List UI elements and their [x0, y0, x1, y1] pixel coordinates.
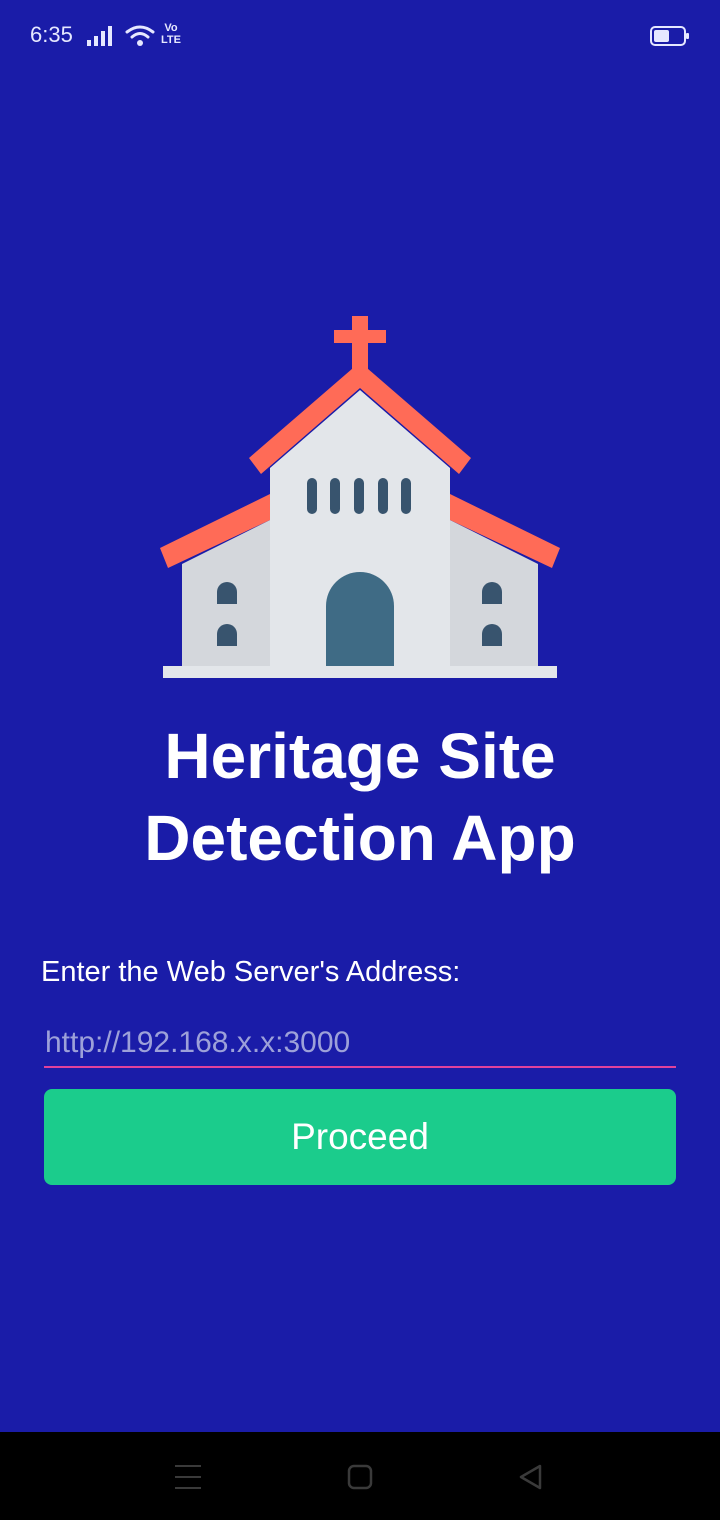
status-time: 6:35: [30, 22, 73, 47]
volte-badge-top: Vo: [164, 22, 178, 34]
battery-icon: [650, 26, 689, 46]
church-icon: [160, 316, 560, 678]
app-screen: 6:35 Vo LTE Heritage Site Detection App …: [0, 0, 720, 1520]
app-title-line-2: Detection App: [144, 802, 576, 874]
volte-icon: Vo LTE: [158, 22, 184, 50]
proceed-button[interactable]: Proceed: [44, 1089, 676, 1185]
signal-icon: [87, 26, 112, 46]
server-address-input[interactable]: [44, 1020, 676, 1068]
back-icon[interactable]: [517, 1463, 545, 1491]
app-title: Heritage Site Detection App: [0, 715, 720, 879]
menu-icon[interactable]: [174, 1464, 202, 1490]
wifi-icon: [125, 25, 155, 46]
app-title-line-1: Heritage Site: [164, 720, 556, 792]
navigation-bar: [0, 1432, 720, 1520]
volte-badge-bottom: LTE: [161, 34, 181, 46]
server-address-label: Enter the Web Server's Address:: [41, 956, 461, 988]
home-icon[interactable]: [347, 1464, 373, 1490]
status-bar: 6:35 Vo LTE: [0, 0, 720, 72]
